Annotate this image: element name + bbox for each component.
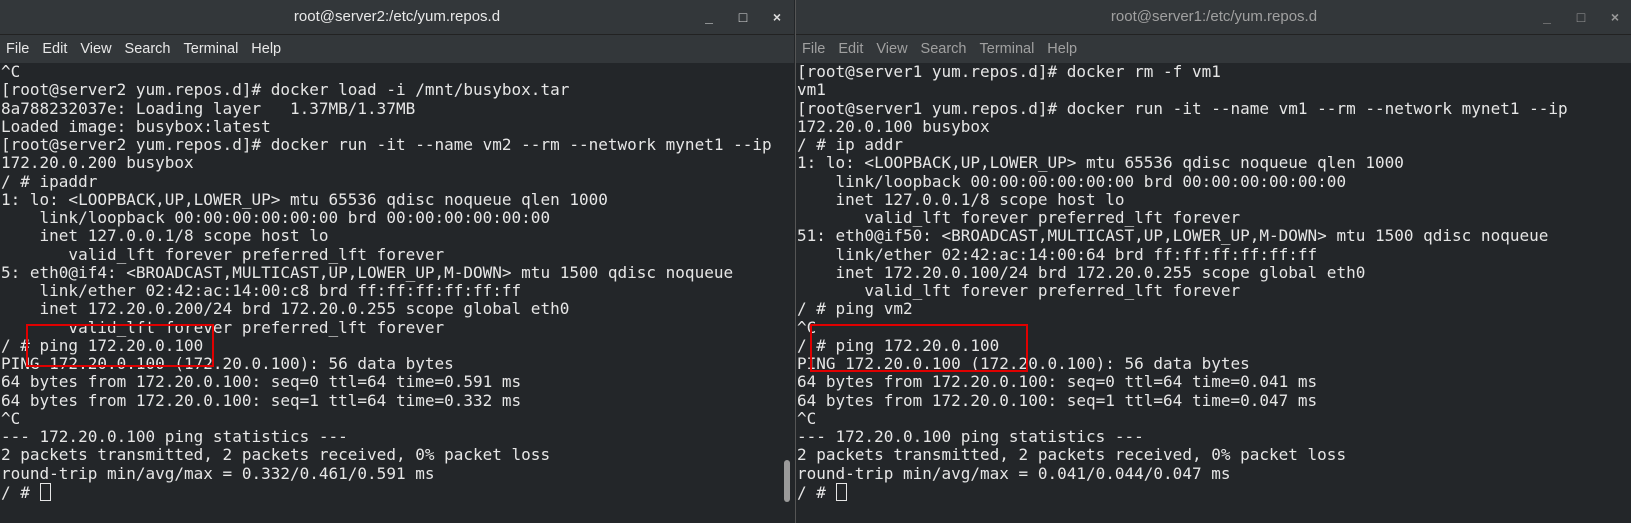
menu-view[interactable]: View <box>876 35 907 63</box>
terminal-line: ^C <box>1 408 21 428</box>
terminal-line: 64 bytes from 172.20.0.100: seq=0 ttl=64… <box>797 372 1318 392</box>
prompt: / # <box>1 482 40 502</box>
terminal-line: / # ip addr <box>797 135 903 154</box>
terminal-line: 2 packets transmitted, 2 packets receive… <box>797 445 1347 465</box>
minimize-icon[interactable]: _ <box>692 0 726 34</box>
menu-view[interactable]: View <box>80 35 111 63</box>
terminal-line: 1: lo: <LOOPBACK,UP,LOWER_UP> mtu 65536 … <box>1 189 608 209</box>
menu-file[interactable]: File <box>802 35 825 63</box>
terminal-line: ^C <box>1 62 21 81</box>
terminal-line: --- 172.20.0.100 ping statistics --- <box>1 427 348 446</box>
terminal-line: inet 127.0.0.1/8 scope host lo <box>797 189 1125 209</box>
title-bar[interactable]: root@server1:/etc/yum.repos.d _ □ × <box>796 0 1631 35</box>
window-title: root@server1:/etc/yum.repos.d <box>1110 8 1318 25</box>
terminal-line: 64 bytes from 172.20.0.100: seq=1 ttl=64… <box>797 390 1318 410</box>
terminal-line: 2 packets transmitted, 2 packets receive… <box>1 445 551 465</box>
terminal-line: [root@server2 yum.repos.d]# docker load … <box>1 80 570 100</box>
terminal-line: inet 172.20.0.200/24 brd 172.20.0.255 sc… <box>1 299 570 319</box>
highlight-box <box>26 324 214 367</box>
terminal-line: Loaded image: busybox:latest <box>1 116 271 136</box>
menu-search[interactable]: Search <box>921 35 967 63</box>
prompt: / # <box>797 482 836 502</box>
terminal-line: [root@server2 yum.repos.d]# docker run -… <box>1 135 772 154</box>
menu-search[interactable]: Search <box>125 35 171 63</box>
terminal-line: 1: lo: <LOOPBACK,UP,LOWER_UP> mtu 65536 … <box>797 153 1404 173</box>
title-bar[interactable]: root@server2:/etc/yum.repos.d _ □ × <box>0 0 794 35</box>
terminal-line: 51: eth0@if50: <BROADCAST,MULTICAST,UP,L… <box>797 226 1549 246</box>
menu-terminal[interactable]: Terminal <box>184 35 239 63</box>
cursor <box>835 482 847 501</box>
menu-file[interactable]: File <box>6 35 29 63</box>
cursor <box>39 482 51 501</box>
prompt-line[interactable]: / # <box>1 482 794 502</box>
terminal-line: inet 127.0.0.1/8 scope host lo <box>1 226 329 246</box>
menu-edit[interactable]: Edit <box>42 35 67 63</box>
terminal-window-server2[interactable]: root@server2:/etc/yum.repos.d _ □ × File… <box>0 0 794 523</box>
maximize-icon[interactable]: □ <box>1564 0 1598 34</box>
terminal-line: / # ipaddr <box>1 171 98 191</box>
terminal-line: 5: eth0@if4: <BROADCAST,MULTICAST,UP,LOW… <box>1 262 734 282</box>
close-icon[interactable]: × <box>1598 0 1631 34</box>
terminal-line: valid_lft forever preferred_lft forever <box>797 208 1241 227</box>
menu-bar: File Edit View Search Terminal Help <box>796 35 1631 63</box>
highlight-box <box>810 324 1028 372</box>
terminal-line: 64 bytes from 172.20.0.100: seq=1 ttl=64… <box>1 390 522 410</box>
window-title: root@server2:/etc/yum.repos.d <box>293 8 501 25</box>
terminal-line: 8a788232037e: Loading layer 1.37MB/1.37M… <box>1 98 416 118</box>
prompt-line[interactable]: / # <box>797 482 1631 502</box>
terminal-line: valid_lft forever preferred_lft forever <box>1 244 445 264</box>
terminal-line: 172.20.0.100 busybox <box>797 116 990 136</box>
close-icon[interactable]: × <box>760 0 794 34</box>
menu-bar: File Edit View Search Terminal Help <box>0 35 794 63</box>
terminal-line: [root@server1 yum.repos.d]# docker run -… <box>797 98 1568 118</box>
terminal-line: link/loopback 00:00:00:00:00:00 brd 00:0… <box>797 171 1347 191</box>
terminal-line: valid_lft forever preferred_lft forever <box>797 281 1241 300</box>
menu-help[interactable]: Help <box>1047 35 1077 63</box>
terminal-line: 172.20.0.200 busybox <box>1 153 194 173</box>
terminal-line: ^C <box>797 408 817 428</box>
terminal-line: / # ping vm2 <box>797 299 913 319</box>
terminal-line: [root@server1 yum.repos.d]# docker rm -f… <box>797 62 1221 81</box>
terminal-line: link/ether 02:42:ac:14:00:c8 brd ff:ff:f… <box>1 281 522 300</box>
terminal-line: link/ether 02:42:ac:14:00:64 brd ff:ff:f… <box>797 244 1318 264</box>
terminal-line: link/loopback 00:00:00:00:00:00 brd 00:0… <box>1 208 551 227</box>
terminal-output[interactable]: [root@server1 yum.repos.d]# docker rm -f… <box>796 62 1631 502</box>
terminal-output[interactable]: ^C [root@server2 yum.repos.d]# docker loa… <box>0 62 794 502</box>
scrollbar[interactable] <box>784 460 790 502</box>
menu-help[interactable]: Help <box>251 35 281 63</box>
terminal-line: round-trip min/avg/max = 0.332/0.461/0.5… <box>1 463 435 483</box>
minimize-icon[interactable]: _ <box>1530 0 1564 34</box>
maximize-icon[interactable]: □ <box>726 0 760 34</box>
terminal-line: 64 bytes from 172.20.0.100: seq=0 ttl=64… <box>1 372 522 392</box>
terminal-line: vm1 <box>797 80 826 100</box>
terminal-line: inet 172.20.0.100/24 brd 172.20.0.255 sc… <box>797 262 1366 282</box>
menu-terminal[interactable]: Terminal <box>980 35 1035 63</box>
terminal-window-server1[interactable]: root@server1:/etc/yum.repos.d _ □ × File… <box>795 0 1631 523</box>
menu-edit[interactable]: Edit <box>838 35 863 63</box>
terminal-line: --- 172.20.0.100 ping statistics --- <box>797 427 1144 446</box>
terminal-line: round-trip min/avg/max = 0.041/0.044/0.0… <box>797 463 1231 483</box>
